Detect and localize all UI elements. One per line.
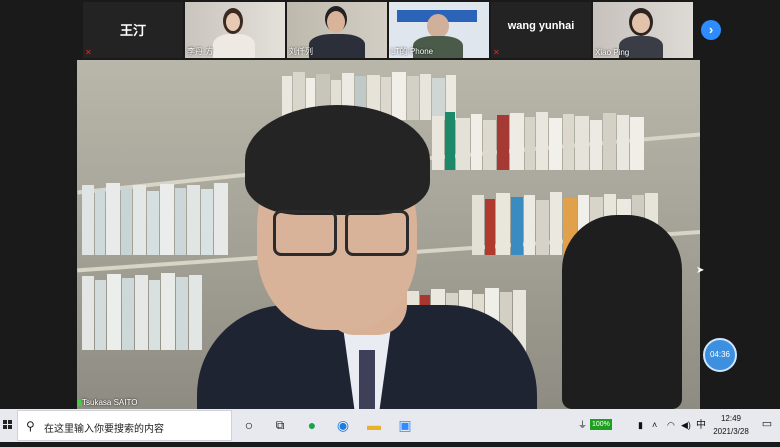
participant-tile[interactable]: Xiao Ping (593, 2, 693, 58)
meeting-timer[interactable]: 04:36 (703, 338, 737, 372)
task-view-icon[interactable]: ⧉ (270, 415, 290, 435)
mouse-cursor-icon: ➤ (696, 265, 705, 276)
taskbar-clock[interactable]: 12:49 2021/3/28 (705, 412, 757, 438)
wifi-icon[interactable]: ◠ (667, 409, 675, 442)
search-placeholder: 在这里输入你要搜索的内容 (44, 424, 164, 435)
plug-icon: ⏚ (578, 420, 588, 430)
search-icon: ⚲ (26, 419, 35, 433)
signal-strength-icon (77, 400, 81, 406)
participant-tile[interactable]: LT的 Phone (389, 2, 489, 58)
wechat-icon[interactable]: ● (302, 415, 322, 435)
participant-strip: 王汀 ✕ 李丹 方 刘仟列 LT的 Phone wang yunhai ✕ Xi… (0, 0, 780, 60)
windows-logo-icon (3, 420, 12, 429)
active-speaker-video[interactable]: Tsukasa SAITO (77, 60, 700, 409)
taskbar-search[interactable]: ⚲ 在这里输入你要搜索的内容 (17, 410, 232, 441)
windows-taskbar: ⚲ 在这里输入你要搜索的内容 ○ ⧉ ● ◉ ▬ ▣ ⏚ 100% ▮ ˄ ◠ … (0, 409, 780, 442)
office-chair (562, 215, 682, 409)
next-page-button[interactable]: › (701, 20, 721, 40)
tray-icon[interactable]: ▮ (638, 409, 643, 442)
mic-muted-icon: ✕ (85, 48, 92, 57)
browser-icon[interactable]: ◉ (333, 415, 353, 435)
clock-time: 12:49 (720, 414, 742, 423)
speaker-tie (359, 350, 375, 409)
glasses-left (273, 210, 337, 256)
participant-tile[interactable]: 李丹 方 (185, 2, 285, 58)
mic-muted-icon: ✕ (493, 48, 500, 57)
cortana-icon[interactable]: ○ (239, 415, 259, 435)
volume-icon[interactable]: ◀) (681, 409, 691, 442)
participant-name: 王汀 (119, 23, 146, 38)
speaker-name-label: Tsukasa SAITO (82, 398, 138, 407)
participant-name: LT的 Phone (391, 47, 434, 56)
notification-icon[interactable]: ▭ (760, 417, 774, 431)
participant-name: Xiao Ping (595, 48, 630, 57)
participant-tile[interactable]: wang yunhai ✕ (491, 2, 591, 58)
chevron-right-icon: › (708, 22, 714, 37)
clock-date: 2021/3/28 (713, 427, 749, 436)
battery-indicator[interactable]: 100% (590, 419, 612, 430)
speaker-hair (245, 105, 430, 215)
file-explorer-icon[interactable]: ▬ (364, 415, 384, 435)
glasses-right (345, 210, 409, 256)
chevron-up-icon[interactable]: ˄ (652, 409, 657, 442)
participant-tile[interactable]: 刘仟列 (287, 2, 387, 58)
participant-tile[interactable]: 王汀 ✕ (83, 2, 183, 58)
zoom-app-icon[interactable]: ▣ (395, 415, 415, 435)
participant-name: 李丹 方 (187, 47, 214, 56)
participant-name: 刘仟列 (289, 47, 313, 56)
start-button[interactable] (0, 409, 16, 442)
participant-name: wang yunhai (507, 20, 575, 32)
